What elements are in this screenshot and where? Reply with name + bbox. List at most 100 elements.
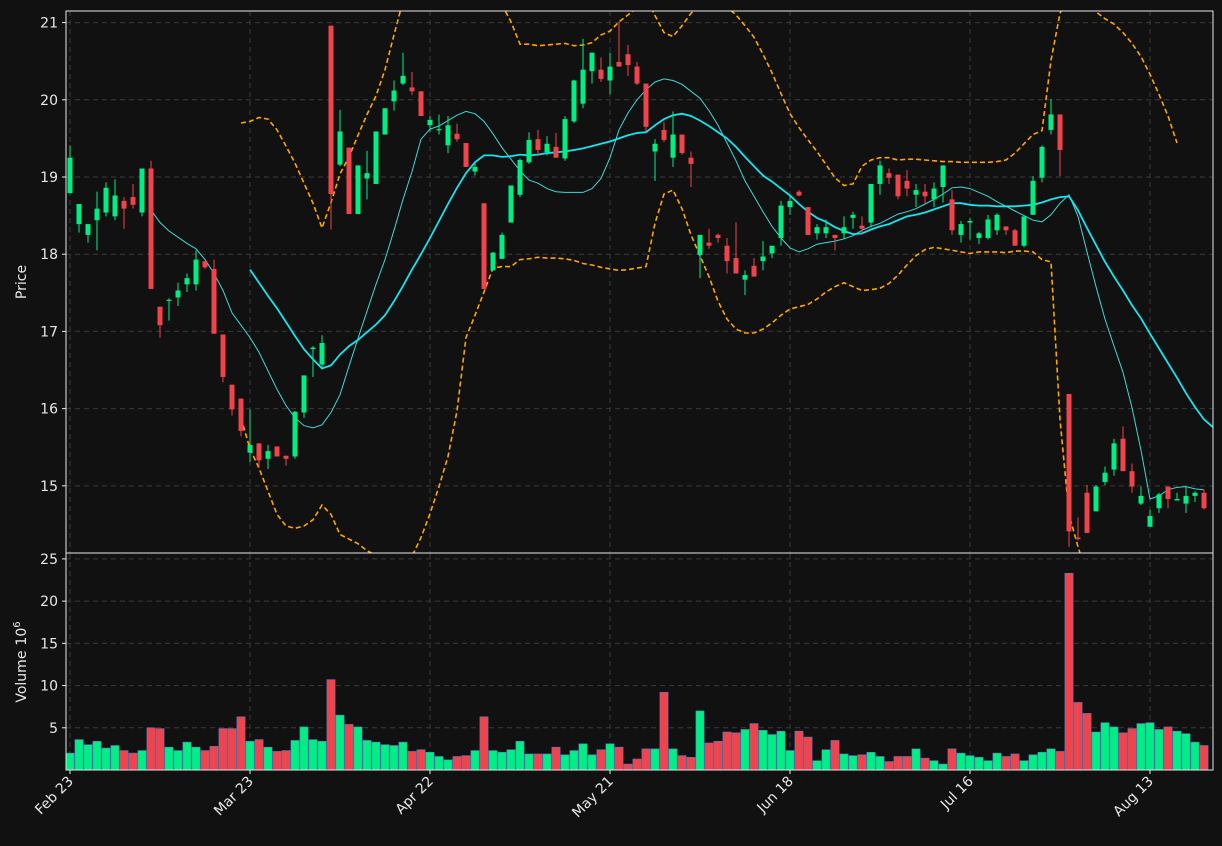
candle-body-down: [121, 200, 127, 209]
volume-bar-down: [731, 732, 741, 770]
volume-bar-down: [461, 755, 471, 770]
volume-bar-down: [218, 728, 228, 770]
candle-body-up: [841, 227, 847, 234]
candle-body-down: [643, 83, 649, 127]
candle-body-up: [1183, 495, 1189, 504]
volume-bar-down: [1055, 751, 1065, 770]
candle-body-down: [1120, 438, 1126, 472]
candle-body-up: [769, 245, 775, 254]
candle-body-up: [1048, 114, 1054, 130]
volume-bar-up: [569, 750, 579, 770]
candle-body-up: [310, 347, 316, 350]
volume-bar-down: [794, 730, 804, 770]
volume-bar-down: [614, 746, 624, 770]
volume-bar-up: [83, 744, 93, 770]
volume-bar-up: [470, 750, 480, 770]
volume-bar-up: [434, 756, 444, 770]
candle-body-down: [895, 174, 901, 197]
price-tick-label: 19: [40, 170, 58, 186]
candle-body-down: [616, 61, 622, 67]
candle-body-up: [301, 375, 307, 413]
volume-bar-up: [182, 741, 192, 770]
candle-body-down: [598, 69, 604, 79]
candle-body-up: [670, 134, 676, 158]
candle-body-up: [166, 299, 172, 301]
volume-bar-down: [902, 756, 912, 770]
volume-bar-up: [1181, 733, 1191, 770]
candle-body-down: [733, 258, 739, 274]
volume-bar-down: [1073, 702, 1083, 770]
volume-bar-up: [425, 751, 435, 770]
candle-body-down: [1084, 492, 1090, 533]
volume-bar-up: [839, 753, 849, 770]
candle-body-up: [1111, 443, 1117, 470]
candle-body-down: [832, 234, 838, 238]
volume-bar-up: [173, 750, 183, 770]
volume-bar-up: [380, 744, 390, 770]
volume-bar-up: [191, 746, 201, 770]
volume-bar-down: [947, 748, 957, 770]
candle-body-up: [292, 411, 298, 457]
candle-body-up: [67, 157, 73, 194]
candle-body-up: [364, 173, 370, 179]
volume-bar-down: [1118, 732, 1128, 770]
volume-bar-up: [848, 755, 858, 770]
candle-body-up: [499, 234, 505, 259]
volume-bar-up: [650, 748, 660, 770]
candle-body-up: [562, 119, 568, 159]
candle-body-up: [427, 119, 433, 126]
volume-bar-up: [443, 759, 453, 770]
candle-body-up: [940, 165, 946, 188]
candle-body-down: [886, 173, 892, 178]
volume-bar-up: [785, 750, 795, 770]
candle-body-down: [328, 25, 334, 194]
volume-bar-up: [317, 740, 327, 770]
volume-tick-label: 15: [40, 636, 58, 652]
volume-bar-up: [137, 750, 147, 770]
chart-svg: 15161718192021510152025Feb 23 Mar 23 Apr 2…: [0, 0, 1222, 842]
candle-body-down: [148, 168, 154, 289]
candle-body-up: [112, 195, 118, 217]
volume-bar-down: [200, 750, 210, 770]
candle-body-down: [751, 265, 757, 277]
volume-bar-up: [110, 745, 120, 770]
candle-body-up: [76, 204, 82, 225]
candle-body-up: [697, 234, 703, 255]
volume-bar-down: [1001, 756, 1011, 770]
volume-bar-down: [1010, 753, 1020, 770]
volume-bar-down: [686, 757, 696, 770]
volume-bar-down: [146, 727, 156, 770]
candle-body-down: [220, 334, 226, 377]
volume-bar-down: [128, 752, 138, 770]
volume-bar-down: [884, 761, 894, 770]
candle-body-up: [94, 208, 100, 221]
volume-axis-label: Volume 106: [12, 621, 30, 702]
volume-bar-up: [308, 739, 318, 770]
volume-bar-down: [749, 723, 759, 770]
candle-body-up: [742, 275, 748, 280]
volume-bar-up: [66, 752, 75, 770]
volume-bar-up: [821, 749, 831, 770]
candle-body-up: [814, 227, 820, 234]
candle-body-up: [319, 342, 325, 365]
volume-bar-down: [857, 754, 867, 770]
candle-body-down: [1066, 393, 1072, 532]
volume-tick-label: 20: [40, 594, 58, 610]
candle-body-down: [904, 180, 910, 189]
volume-bar-up: [1091, 731, 1101, 770]
candle-body-down: [1057, 114, 1063, 150]
volume-bar-up: [290, 740, 300, 770]
volume-tick-label: 5: [49, 721, 58, 737]
volume-bar-down: [641, 748, 651, 770]
price-tick-label: 15: [40, 479, 58, 495]
volume-bar-up: [1046, 748, 1056, 770]
volume-bar-down: [1163, 726, 1173, 770]
candle-body-up: [958, 224, 964, 235]
volume-bar-up: [506, 749, 516, 770]
candle-body-down: [679, 134, 685, 154]
volume-bar-down: [632, 758, 642, 770]
volume-bar-up: [1100, 722, 1110, 770]
volume-bar-up: [812, 760, 822, 770]
candle-body-up: [994, 214, 1000, 231]
volume-bar-up: [74, 739, 84, 770]
